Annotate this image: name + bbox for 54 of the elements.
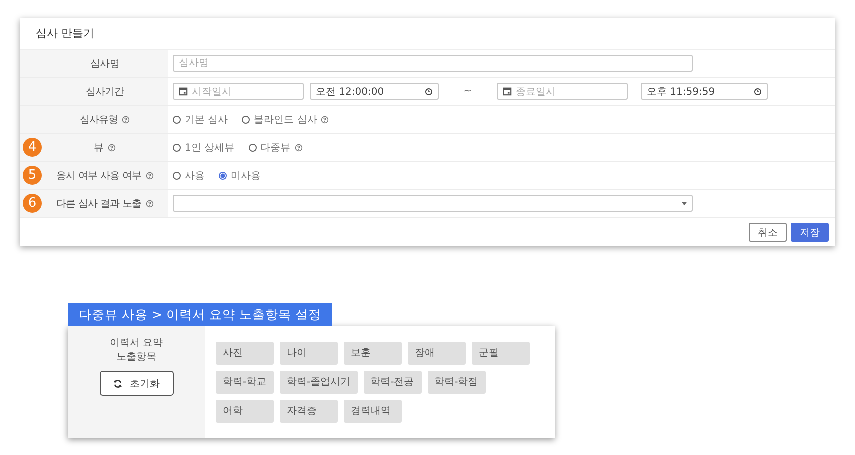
start-time-field[interactable]: 오전 12:00:00: [310, 83, 439, 100]
help-icon[interactable]: [122, 116, 130, 124]
tag-chip[interactable]: 학력-졸업시기: [280, 371, 358, 394]
field-label: 다른 심사 결과 노출: [56, 198, 142, 210]
help-icon[interactable]: [321, 116, 330, 124]
tag-chip[interactable]: 학력-전공: [364, 371, 422, 394]
tag-chip[interactable]: 어학: [216, 400, 274, 423]
tag-chip[interactable]: 보훈: [344, 342, 402, 365]
radio-button[interactable]: [219, 172, 227, 180]
select-field[interactable]: [173, 195, 693, 212]
refresh-icon: [113, 378, 123, 388]
radio-button[interactable]: [248, 144, 257, 152]
radio-label[interactable]: 사용: [185, 168, 205, 182]
panel-label: 이력서 요약 노출항목: [108, 337, 164, 365]
field-label: 심사기간: [86, 86, 124, 98]
cancel-button[interactable]: 취소: [749, 223, 787, 242]
calendar-icon: [179, 87, 188, 96]
tag-chip[interactable]: 학력-학교: [216, 371, 274, 394]
radio-label[interactable]: 미사용: [231, 168, 261, 182]
clock-icon: [425, 88, 433, 96]
radio-button[interactable]: [173, 172, 181, 180]
field-label: 심사명: [90, 58, 120, 70]
tag-chip[interactable]: 학력-학점: [428, 371, 486, 394]
step-badge: 6: [23, 194, 42, 213]
reset-button[interactable]: 초기화: [100, 371, 174, 396]
step-badge: 4: [23, 138, 42, 157]
range-separator: ~: [462, 86, 474, 97]
field-label: 응시 여부 사용 여부: [56, 170, 142, 182]
tag-chip[interactable]: 장애: [408, 342, 466, 365]
name-input[interactable]: 심사명: [173, 55, 693, 72]
help-icon[interactable]: [146, 172, 154, 180]
help-icon[interactable]: [108, 144, 116, 152]
radio-label[interactable]: 블라인드 심사: [254, 112, 318, 126]
tag-chip[interactable]: 군필: [472, 342, 530, 365]
save-button[interactable]: 저장: [791, 223, 829, 242]
tag-chip[interactable]: 나이: [280, 342, 338, 365]
end-time-field[interactable]: 오후 11:59:59: [641, 83, 768, 100]
radio-label[interactable]: 1인 상세뷰: [185, 140, 235, 154]
step-badge: 5: [23, 166, 42, 185]
help-icon[interactable]: [294, 144, 303, 152]
tag-chip[interactable]: 경력내역: [344, 400, 402, 423]
radio-button[interactable]: [242, 116, 250, 124]
radio-label[interactable]: 기본 심사: [185, 112, 228, 126]
caret-icon: [682, 202, 687, 206]
field-label: 뷰: [94, 142, 104, 154]
help-icon[interactable]: [146, 200, 154, 208]
tag-chip[interactable]: 사진: [216, 342, 274, 365]
radio-label[interactable]: 다중뷰: [260, 140, 291, 154]
radio-button[interactable]: [173, 144, 181, 152]
calendar-icon: [503, 87, 512, 96]
tag-chip[interactable]: 자격증: [280, 400, 338, 423]
radio-button[interactable]: [173, 116, 181, 124]
clock-icon: [754, 88, 762, 96]
field-label: 심사유형: [80, 114, 118, 126]
